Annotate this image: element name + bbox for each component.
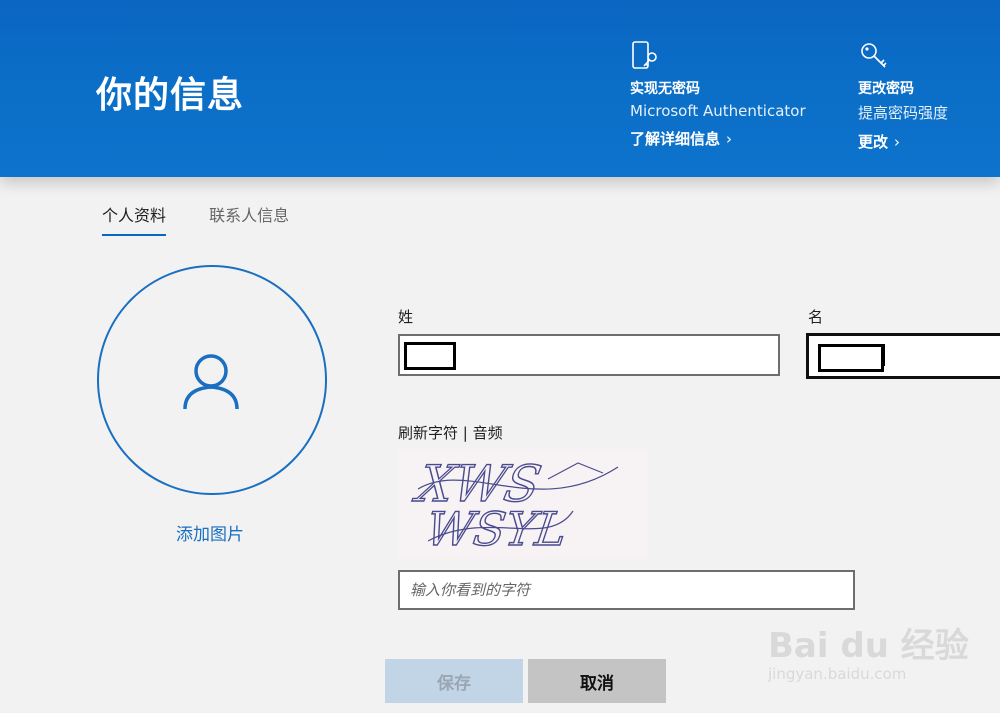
avatar[interactable] bbox=[97, 265, 327, 495]
captcha-image: XWS WSYL bbox=[398, 449, 648, 559]
passwordless-description: Microsoft Authenticator bbox=[630, 102, 806, 120]
cancel-button[interactable]: 取消 bbox=[528, 659, 666, 703]
chevron-right-icon: › bbox=[894, 133, 901, 151]
passwordless-promo: 实现无密码 Microsoft Authenticator 了解详细信息 › bbox=[630, 40, 806, 149]
captcha-text-line: WSYL bbox=[423, 502, 570, 556]
audio-captcha-link[interactable]: 音频 bbox=[473, 424, 503, 442]
change-password-title: 更改密码 bbox=[858, 81, 914, 97]
captcha-glyphs: XWS WSYL bbox=[408, 454, 619, 557]
learn-more-link[interactable]: 了解详细信息 › bbox=[630, 128, 732, 149]
passwordless-title: 实现无密码 bbox=[630, 81, 700, 97]
add-photo-link[interactable]: 添加图片 bbox=[176, 520, 244, 545]
redaction-box bbox=[404, 342, 456, 370]
change-password-link[interactable]: 更改 › bbox=[858, 131, 900, 152]
refresh-captcha-link[interactable]: 刷新字符 bbox=[398, 424, 458, 442]
last-name-label: 姓 bbox=[398, 308, 414, 326]
phone-key-icon bbox=[632, 41, 657, 69]
captcha-input[interactable] bbox=[398, 570, 855, 610]
watermark-url: jingyan.baidu.com bbox=[768, 665, 907, 683]
change-password-link-label: 更改 bbox=[858, 133, 889, 151]
first-name-label: 名 bbox=[808, 308, 824, 326]
redaction-box bbox=[818, 344, 884, 372]
change-password-description: 提高密码强度 bbox=[858, 104, 949, 122]
watermark-brand: Bai du 经验 bbox=[768, 626, 969, 666]
person-icon bbox=[183, 354, 239, 410]
text-caret bbox=[883, 344, 885, 366]
tab-personal-info[interactable]: 个人资料 bbox=[102, 202, 167, 236]
header-banner: 你的信息 实现无密码 Microsoft Authenticator 了解详细信… bbox=[0, 0, 1000, 177]
change-password-promo: 更改密码 提高密码强度 更改 › bbox=[858, 40, 948, 152]
save-button[interactable]: 保存 bbox=[385, 659, 523, 703]
profile-tabs: 个人资料 联系人信息 bbox=[102, 202, 327, 236]
tab-contact-info[interactable]: 联系人信息 bbox=[209, 202, 289, 234]
baidu-watermark: Bai du 经验 jingyan.baidu.com bbox=[768, 618, 969, 683]
learn-more-label: 了解详细信息 bbox=[630, 130, 721, 148]
chevron-right-icon: › bbox=[726, 130, 733, 148]
page-title: 你的信息 bbox=[96, 75, 245, 116]
key-icon bbox=[861, 43, 887, 68]
captcha-separator: | bbox=[458, 424, 473, 442]
captcha-controls: 刷新字符 | 音频 bbox=[398, 422, 503, 443]
